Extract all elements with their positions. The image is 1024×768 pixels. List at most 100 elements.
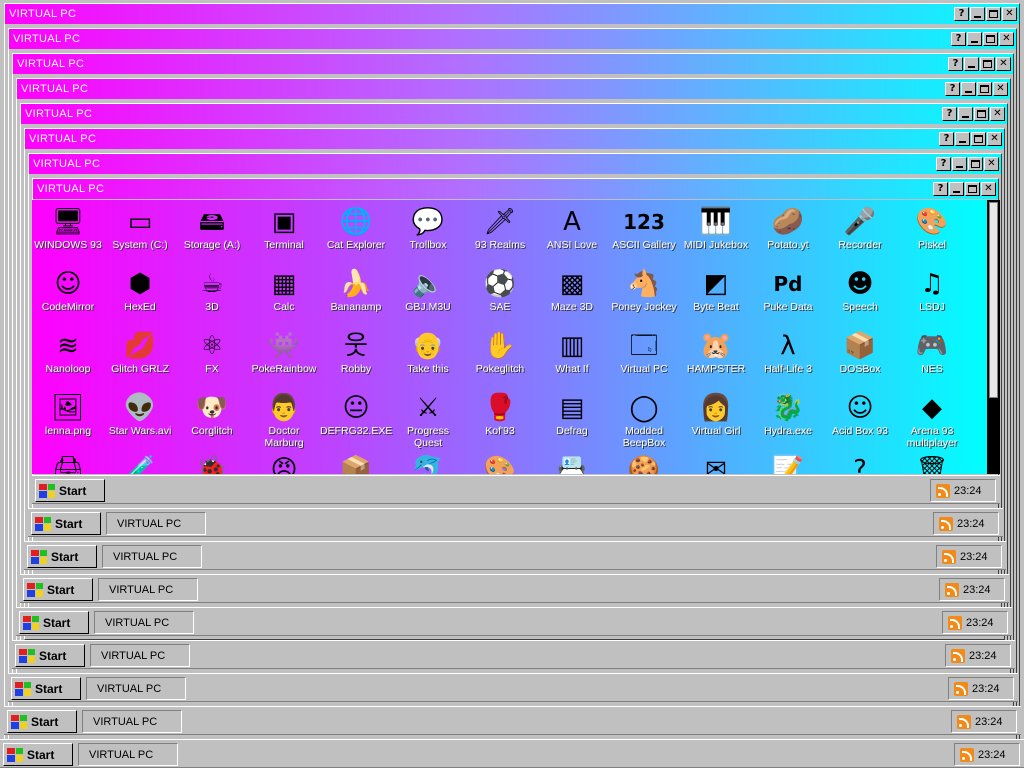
desktop-icon[interactable]: 🥔 Potato.yt bbox=[752, 204, 824, 266]
desktop-icon[interactable]: 😠 bbox=[248, 452, 320, 474]
desktop-icon[interactable]: ▥ What If bbox=[536, 328, 608, 390]
desktop-icon[interactable]: 👨 Doctor Marburg bbox=[248, 390, 320, 452]
help-button[interactable]: ? bbox=[954, 7, 969, 21]
help-button[interactable]: ? bbox=[942, 107, 957, 121]
rss-icon[interactable] bbox=[939, 516, 953, 531]
help-button[interactable]: ? bbox=[945, 82, 960, 96]
task-button-virtual-pc[interactable]: VIRTUAL PC bbox=[102, 545, 202, 568]
close-button[interactable]: ✕ bbox=[999, 32, 1014, 46]
desktop-icon[interactable]: 웃 Robby bbox=[320, 328, 392, 390]
desktop-icon[interactable]: 📇 bbox=[536, 452, 608, 474]
rss-icon[interactable] bbox=[945, 582, 959, 597]
start-button[interactable]: Start bbox=[3, 743, 73, 766]
start-button[interactable]: Start bbox=[27, 545, 97, 568]
rss-icon[interactable] bbox=[936, 483, 950, 498]
close-button[interactable]: ✕ bbox=[993, 82, 1008, 96]
maximize-button[interactable] bbox=[983, 32, 998, 46]
desktop-icon[interactable]: ? bbox=[824, 452, 896, 474]
desktop-icon[interactable]: 🖼 lenna.png bbox=[32, 390, 104, 452]
desktop-icon[interactable]: ⚽ SAE bbox=[464, 266, 536, 328]
maximize-button[interactable] bbox=[986, 7, 1001, 21]
rss-icon[interactable] bbox=[954, 681, 968, 696]
start-button[interactable]: Start bbox=[23, 578, 93, 601]
maximize-button[interactable] bbox=[971, 132, 986, 146]
desktop-icon[interactable]: ◆ Arena 93 multiplayer bbox=[896, 390, 968, 452]
close-button[interactable]: ✕ bbox=[981, 182, 996, 196]
desktop-icon[interactable]: 😐 DEFRG32.EXE bbox=[320, 390, 392, 452]
window-titlebar[interactable]: VIRTUAL PC? ✕ bbox=[33, 179, 998, 199]
desktop-icon[interactable]: 🍌 Bananamp bbox=[320, 266, 392, 328]
desktop-icon[interactable]: 💋 Glitch GRLZ bbox=[104, 328, 176, 390]
window-titlebar[interactable]: VIRTUAL PC? ✕ bbox=[17, 79, 1010, 99]
maximize-button[interactable] bbox=[968, 157, 983, 171]
start-button[interactable]: Start bbox=[19, 611, 89, 634]
start-button[interactable]: Start bbox=[7, 710, 77, 733]
desktop-icon[interactable]: ☻ Speech bbox=[824, 266, 896, 328]
desktop-icon[interactable]: 🐞 bbox=[176, 452, 248, 474]
help-button[interactable]: ? bbox=[951, 32, 966, 46]
desktop-icon[interactable]: 123 ASCII Gallery bbox=[608, 204, 680, 266]
desktop-icon[interactable]: λ Half-Life 3 bbox=[752, 328, 824, 390]
rss-icon[interactable] bbox=[942, 549, 956, 564]
rss-icon[interactable] bbox=[951, 648, 965, 663]
task-button-virtual-pc[interactable]: VIRTUAL PC bbox=[94, 611, 194, 634]
task-button-virtual-pc[interactable]: VIRTUAL PC bbox=[86, 677, 186, 700]
close-button[interactable]: ✕ bbox=[1002, 7, 1017, 21]
desktop-icon[interactable]: ▣ Terminal bbox=[248, 204, 320, 266]
maximize-button[interactable] bbox=[977, 82, 992, 96]
desktop-scrollbar[interactable] bbox=[987, 200, 1000, 474]
desktop-icon[interactable]: 🎹 MIDI Jukebox bbox=[680, 204, 752, 266]
desktop-icon[interactable]: 🐴 Poney Jockey bbox=[608, 266, 680, 328]
window-titlebar[interactable]: VIRTUAL PC? ✕ bbox=[21, 104, 1007, 124]
help-button[interactable]: ? bbox=[936, 157, 951, 171]
window-titlebar[interactable]: VIRTUAL PC? ✕ bbox=[9, 29, 1016, 49]
desktop-icon[interactable]: ◯ Modded BeepBox bbox=[608, 390, 680, 452]
desktop-icon[interactable]: 🎨 bbox=[464, 452, 536, 474]
minimize-button[interactable] bbox=[949, 182, 964, 196]
desktop-icon[interactable]: 🧪 bbox=[104, 452, 176, 474]
minimize-button[interactable] bbox=[958, 107, 973, 121]
close-button[interactable]: ✕ bbox=[996, 57, 1011, 71]
desktop-icon[interactable]: 👩 Virtual Girl bbox=[680, 390, 752, 452]
desktop-icon[interactable]: ⬢ HexEd bbox=[104, 266, 176, 328]
scrollbar-thumb[interactable] bbox=[989, 202, 998, 398]
maximize-button[interactable] bbox=[974, 107, 989, 121]
desktop-icon[interactable]: 📦 bbox=[320, 452, 392, 474]
task-button-virtual-pc[interactable]: VIRTUAL PC bbox=[90, 644, 190, 667]
desktop-icon[interactable]: ◩ Byte Beat bbox=[680, 266, 752, 328]
desktop-icon[interactable]: 👴 Take this bbox=[392, 328, 464, 390]
desktop-icon[interactable]: 🗑 bbox=[896, 452, 968, 474]
desktop-icon[interactable]: 🐹 HAMPSTER bbox=[680, 328, 752, 390]
desktop-icon[interactable]: 🌐 Cat Explorer bbox=[320, 204, 392, 266]
rss-icon[interactable] bbox=[948, 615, 962, 630]
minimize-button[interactable] bbox=[964, 57, 979, 71]
close-button[interactable]: ✕ bbox=[984, 157, 999, 171]
desktop-icon[interactable]: 🎤 Recorder bbox=[824, 204, 896, 266]
window-titlebar[interactable]: VIRTUAL PC? ✕ bbox=[5, 4, 1019, 24]
rss-icon[interactable] bbox=[957, 714, 971, 729]
minimize-button[interactable] bbox=[955, 132, 970, 146]
desktop-icon[interactable]: ☕ 3D bbox=[176, 266, 248, 328]
desktop-icon[interactable]: ☺ Acid Box 93 bbox=[824, 390, 896, 452]
window-titlebar[interactable]: VIRTUAL PC? ✕ bbox=[13, 54, 1013, 74]
desktop-icon[interactable]: ☺ CodeMirror bbox=[32, 266, 104, 328]
help-button[interactable]: ? bbox=[939, 132, 954, 146]
desktop-icon[interactable]: 🎨 Piskel bbox=[896, 204, 968, 266]
desktop-icon[interactable]: ♫ LSDJ bbox=[896, 266, 968, 328]
desktop-icon[interactable]: 🖴 Storage (A:) bbox=[176, 204, 248, 266]
start-button[interactable]: Start bbox=[31, 512, 101, 535]
desktop-icon[interactable]: 👾 PokeRainbow bbox=[248, 328, 320, 390]
desktop-icon[interactable]: 🐶 Corglitch bbox=[176, 390, 248, 452]
desktop-icon[interactable]: 📝 bbox=[752, 452, 824, 474]
desktop-icon[interactable]: ⚔ Progress Quest bbox=[392, 390, 464, 452]
window-titlebar[interactable]: VIRTUAL PC? ✕ bbox=[29, 154, 1001, 174]
desktop-icon[interactable]: ≋ Nanoloop bbox=[32, 328, 104, 390]
desktop-icon[interactable]: ✉ bbox=[680, 452, 752, 474]
desktop-icon[interactable]: A ANSI Love bbox=[536, 204, 608, 266]
desktop-icon[interactable]: ⚛ FX bbox=[176, 328, 248, 390]
close-button[interactable]: ✕ bbox=[990, 107, 1005, 121]
maximize-button[interactable] bbox=[965, 182, 980, 196]
desktop-icon[interactable]: 📦 DOSBox bbox=[824, 328, 896, 390]
desktop-icon[interactable]: Pd Puke Data bbox=[752, 266, 824, 328]
desktop-icon[interactable]: 🖥 WINDOWS 93 bbox=[32, 204, 104, 266]
